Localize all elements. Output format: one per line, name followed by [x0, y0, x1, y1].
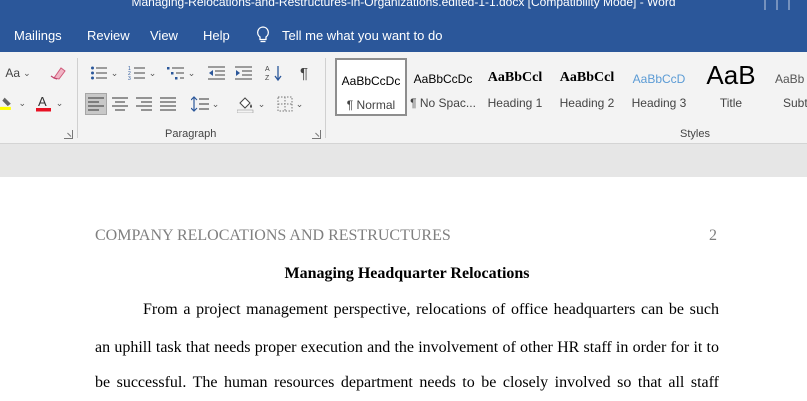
bullets-button[interactable]: ⌄ [86, 62, 122, 84]
tab-view[interactable]: View [150, 28, 178, 43]
title-bar: Managing-Relocations-and-Restructures-in… [0, 0, 807, 12]
tab-help[interactable]: Help [203, 28, 230, 43]
style-preview: AaBbCcD [632, 72, 686, 86]
styles-group-label: Styles [680, 128, 710, 140]
eraser-icon [50, 67, 66, 80]
style-normal[interactable]: AaBbCcDc ¶ Normal [335, 58, 407, 116]
highlighter-icon [0, 97, 11, 110]
text-highlight-button[interactable]: ⌄ [0, 92, 26, 114]
line-spacing-icon [190, 96, 209, 112]
style-name: Heading 3 [631, 96, 687, 110]
show-formatting-button[interactable]: ¶ [292, 62, 316, 84]
chevron-down-icon: ⌄ [148, 67, 157, 78]
shading-button[interactable]: ⌄ [233, 93, 269, 115]
chevron-down-icon: ⌄ [187, 67, 196, 78]
chevron-down-icon: ⌄ [257, 98, 266, 109]
multilevel-list-button[interactable]: ⌄ [163, 62, 199, 84]
svg-text:3: 3 [128, 76, 131, 81]
borders-button[interactable]: ⌄ [272, 93, 308, 115]
multilevel-list-icon [166, 67, 184, 80]
style-heading-1[interactable]: AaBbCcl Heading 1 [479, 58, 551, 116]
style-name: Heading 2 [559, 96, 615, 110]
window-controls[interactable] [762, 0, 807, 12]
chevron-down-icon: ⌄ [18, 97, 26, 108]
chevron-down-icon: ⌄ [55, 97, 64, 108]
tab-review[interactable]: Review [87, 28, 130, 43]
increase-indent-button[interactable] [232, 62, 256, 84]
ruler-area [0, 145, 807, 177]
numbered-list-icon: 1 2 3 [128, 66, 145, 81]
justify-button[interactable] [157, 93, 179, 115]
style-subtitle[interactable]: AaBb Subt [767, 58, 807, 116]
align-center-icon [112, 97, 128, 111]
justify-icon [160, 97, 176, 111]
paragraph-dialog-launcher[interactable] [312, 130, 321, 139]
window-title: Managing-Relocations-and-Restructures-in… [131, 0, 676, 9]
paragraph-line: From a project management perspective, r… [143, 301, 719, 318]
style-preview: AaBbCcl [487, 70, 543, 85]
chevron-down-icon: ⌄ [211, 98, 220, 109]
menu-bar: Mailings Review View Help Tell me what y… [0, 12, 807, 52]
decrease-indent-button[interactable] [205, 62, 229, 84]
svg-text:A: A [38, 94, 47, 109]
clear-formatting-button[interactable] [46, 63, 70, 83]
style-preview: AaBb [775, 72, 805, 86]
page-number: 2 [709, 227, 717, 244]
font-dialog-launcher[interactable] [64, 130, 73, 139]
style-title[interactable]: AaB Title [695, 58, 767, 116]
chevron-down-icon: ⌄ [110, 67, 119, 78]
chevron-down-icon: ⌄ [295, 98, 304, 109]
style-name: Heading 1 [487, 96, 543, 110]
borders-icon [277, 96, 293, 112]
pilcrow-icon: ¶ [299, 64, 309, 82]
sort-button[interactable]: A Z [262, 62, 286, 84]
style-no-spacing[interactable]: AaBbCcDc ¶ No Spac... [407, 58, 479, 116]
tell-me-search[interactable]: Tell me what you want to do [256, 25, 442, 45]
style-name: Title [719, 96, 743, 110]
style-preview: AaBbCcDc [413, 72, 473, 86]
lightbulb-icon [257, 26, 269, 43]
svg-text:Z: Z [265, 75, 270, 82]
paint-bucket-icon [236, 97, 253, 113]
style-preview: AaBbCcDc [341, 74, 401, 88]
font-color-icon: A [35, 94, 51, 112]
change-case-button[interactable]: Aa ⌄ [0, 63, 36, 83]
chevron-down-icon: ⌄ [23, 67, 31, 78]
sort-icon: A Z [265, 66, 282, 82]
group-separator [77, 58, 78, 138]
running-header: COMPANY RELOCATIONS AND RESTRUCTURES [95, 227, 451, 244]
style-name: ¶ Normal [346, 98, 396, 112]
paragraph-group-label: Paragraph [165, 128, 217, 140]
style-name: ¶ No Spac... [410, 96, 476, 110]
increase-indent-icon [235, 66, 252, 80]
style-heading-3[interactable]: AaBbCcD Heading 3 [623, 58, 695, 116]
decrease-indent-icon [208, 66, 225, 80]
group-separator [325, 58, 326, 138]
align-right-icon [136, 97, 152, 111]
change-case-label: Aa [5, 66, 21, 80]
align-right-button[interactable] [133, 93, 155, 115]
style-preview: AaBbCcl [559, 70, 615, 85]
document-title: Managing Headquarter Relocations [284, 265, 530, 282]
style-name: Subt [783, 96, 807, 110]
tell-me-label: Tell me what you want to do [282, 27, 443, 43]
tab-mailings[interactable]: Mailings [14, 28, 62, 43]
align-left-button[interactable] [85, 93, 107, 115]
style-preview: AaB [706, 60, 756, 90]
paragraph-line: an uphill task that needs proper executi… [95, 339, 719, 356]
font-color-button[interactable]: A ⌄ [31, 92, 67, 114]
bullet-list-icon [90, 66, 107, 80]
numbering-button[interactable]: 1 2 3 ⌄ [124, 62, 160, 84]
paragraph-line: be successful. The human resources depar… [95, 374, 719, 391]
style-heading-2[interactable]: AaBbCcl Heading 2 [551, 58, 623, 116]
align-left-icon [88, 97, 104, 111]
svg-text:A: A [265, 66, 270, 73]
align-center-button[interactable] [109, 93, 131, 115]
document-page[interactable]: COMPANY RELOCATIONS AND RESTRUCTURES 2 M… [0, 177, 807, 401]
ribbon: Aa ⌄ ⌄ A ⌄ ⌄ 1 2 3 ⌄ ⌄ A Z ¶ ⌄ ⌄ ⌄ Parag… [0, 52, 807, 144]
line-spacing-button[interactable]: ⌄ [187, 93, 223, 115]
